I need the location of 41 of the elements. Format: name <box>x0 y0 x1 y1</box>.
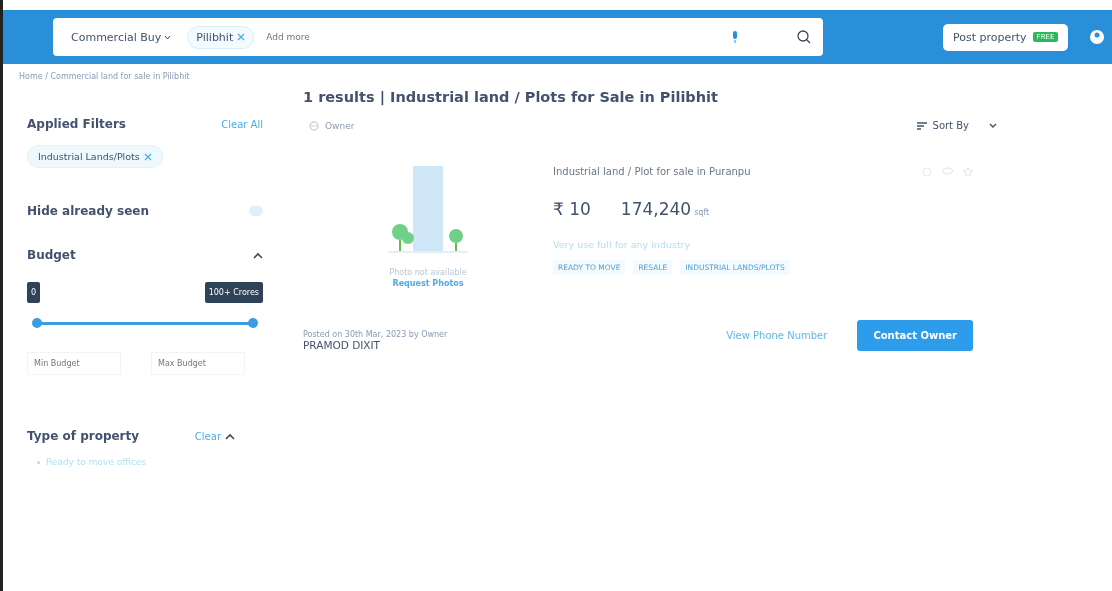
photo-unavailable-text: Photo not available <box>389 268 467 277</box>
max-budget-field[interactable]: Max Budget <box>151 352 245 375</box>
hide-seen-label: Hide already seen <box>27 204 149 218</box>
location-chip[interactable]: Pilibhit <box>187 25 255 49</box>
chevron-down-icon <box>164 34 172 40</box>
eye-icon[interactable] <box>942 166 953 175</box>
contact-owner-button[interactable]: Contact Owner <box>857 320 973 351</box>
posted-date: Posted on 30th Mar, 2023 by Owner <box>303 330 448 339</box>
close-icon[interactable] <box>143 152 152 161</box>
chevron-down-icon <box>989 123 997 128</box>
search-bar[interactable]: Commercial Buy Pilibhit Add more <box>53 18 823 56</box>
category-dropdown[interactable]: Commercial Buy <box>65 29 178 45</box>
clear-all-link[interactable]: Clear All <box>221 118 263 130</box>
sort-by-dropdown[interactable]: Sort By <box>910 119 1003 132</box>
request-photos-link[interactable]: Request Photos <box>390 277 466 290</box>
area-unit: sqft <box>694 208 710 217</box>
star-icon[interactable] <box>963 166 973 177</box>
close-icon[interactable] <box>237 33 246 41</box>
microphone-icon[interactable] <box>731 31 739 43</box>
max-value-label: 100+ Crores <box>204 282 263 303</box>
breadcrumb: Home / Commercial land for sale in Pilibhit <box>18 71 191 83</box>
section-title: Budget <box>27 248 76 262</box>
section-title: Applied Filters <box>27 117 126 131</box>
min-value-label: 0 <box>27 282 41 303</box>
sort-icon <box>916 121 927 130</box>
price: ₹ 10 <box>553 199 591 219</box>
slider-thumb[interactable] <box>32 318 42 328</box>
hide-seen-toggle[interactable] <box>249 206 263 216</box>
area: 174,240 <box>620 199 692 219</box>
search-icon[interactable] <box>797 30 811 44</box>
listing-title[interactable]: Industrial land / Plot for sale in Puranpu <box>553 166 751 177</box>
filter-chip[interactable]: Industrial Lands/Plots <box>27 145 163 168</box>
budget-slider[interactable]: 0 100+ Crores <box>27 282 263 342</box>
results-heading: 1 results | Industrial land / Plots for Sale in Pilibhit <box>303 89 719 105</box>
slider-thumb[interactable] <box>248 318 258 328</box>
listing-description: Very use full for any industry <box>553 239 692 250</box>
owner-name: PRAMOD DIXIT <box>303 339 382 351</box>
clear-link[interactable]: Clear <box>194 430 235 442</box>
section-title: Type of property <box>27 429 140 443</box>
min-budget-field[interactable]: Min Budget <box>27 352 121 375</box>
owner-filter[interactable]: Owner <box>303 119 361 132</box>
